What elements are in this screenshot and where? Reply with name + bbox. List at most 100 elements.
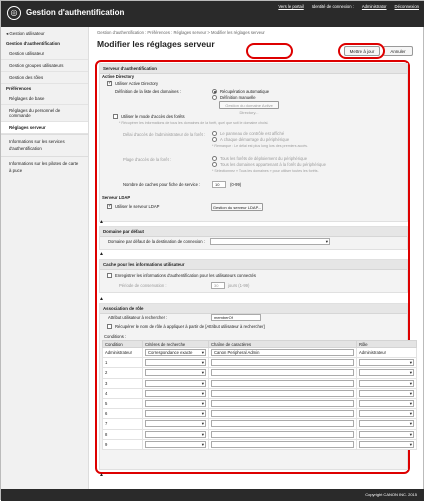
table-row: Administrateur Correspondance exacte Canon… bbox=[102, 346, 417, 359]
col-string: Chaîne de caractères bbox=[208, 340, 357, 348]
use-ldap-checkbox[interactable] bbox=[107, 203, 112, 209]
breadcrumb: Gestion d'authentification : Préférences… bbox=[97, 30, 265, 35]
retrieve-role-checkbox[interactable] bbox=[107, 324, 112, 329]
string-input[interactable] bbox=[211, 400, 354, 408]
string-input[interactable] bbox=[211, 379, 354, 387]
criteria-select[interactable] bbox=[145, 430, 206, 438]
criteria-select[interactable] bbox=[145, 410, 206, 418]
forest-mode-checkbox[interactable] bbox=[113, 114, 118, 119]
criteria-select[interactable] bbox=[145, 369, 206, 377]
row-role-cell bbox=[356, 367, 417, 379]
criteria-select[interactable] bbox=[145, 440, 206, 448]
row-condition: 2 bbox=[102, 367, 143, 379]
period-radio-1[interactable] bbox=[212, 131, 217, 136]
sidebar-item-group-management[interactable]: Gestion groupes utilisateurs bbox=[1, 60, 88, 72]
collapse-icon[interactable]: ▲ bbox=[99, 296, 104, 302]
criteria-select[interactable] bbox=[145, 389, 206, 397]
range-option-1: Tous les forêts de déploiement du périph… bbox=[220, 156, 308, 161]
row-criteria-cell: Correspondance exacte bbox=[142, 346, 209, 359]
table-row: 3 bbox=[102, 377, 417, 389]
string-input[interactable] bbox=[211, 389, 354, 397]
role-select[interactable] bbox=[359, 359, 414, 367]
string-input[interactable] bbox=[211, 440, 354, 448]
collapse-icon[interactable]: ▲ bbox=[99, 219, 104, 225]
manual-label: Définition manuelle bbox=[220, 95, 256, 100]
row-role-cell bbox=[356, 408, 417, 420]
back-link[interactable]: ◂ Gestion utilisateur bbox=[1, 27, 88, 39]
string-input[interactable] bbox=[211, 420, 354, 428]
period-option-2: A chaque démarrage du périphérique bbox=[220, 137, 290, 142]
sidebar-item-smartcard-drivers[interactable]: Informations sur les pilotes de carte à … bbox=[1, 156, 88, 178]
string-input[interactable] bbox=[211, 369, 354, 377]
row-condition: 3 bbox=[102, 377, 143, 389]
apply-button-highlight bbox=[246, 43, 293, 59]
use-ldap-label: Utiliser le serveur LDAP bbox=[115, 204, 160, 209]
ad-title: Active Directory bbox=[102, 74, 135, 79]
cache-count-input[interactable]: 10 bbox=[212, 181, 226, 188]
row-condition: 1 bbox=[102, 357, 143, 369]
use-ad-label: Utiliser Active Directory bbox=[115, 81, 159, 86]
period-radio-2[interactable] bbox=[212, 137, 217, 142]
table-row: 2 bbox=[102, 367, 417, 379]
row-role-cell bbox=[356, 397, 417, 410]
role-select[interactable] bbox=[359, 389, 414, 397]
sidebar-item-staff-settings[interactable]: Réglages du personnel de commande bbox=[1, 105, 88, 122]
manage-ad-domain-button[interactable]: Gestion du domaine Active Directory... bbox=[219, 101, 279, 115]
use-ad-checkbox[interactable] bbox=[107, 80, 112, 86]
criteria-select[interactable] bbox=[145, 379, 206, 387]
retrieve-role-label: Récupérer le nom de rôle à appliquer à p… bbox=[115, 324, 265, 329]
table-row: 8 bbox=[102, 428, 417, 440]
manage-ldap-button[interactable]: Gestion du serveur LDAP... bbox=[211, 203, 263, 211]
range-radio-1[interactable] bbox=[212, 156, 217, 161]
table-row: 5 bbox=[102, 397, 417, 410]
role-select[interactable] bbox=[359, 369, 414, 377]
role-select[interactable] bbox=[359, 420, 414, 428]
sidebar-item-role-management[interactable]: Gestion des rôles bbox=[1, 72, 88, 84]
auth-server-header: Serveur d'authentification bbox=[100, 64, 407, 74]
period-option-1: Le panneau de contrôle est affiché bbox=[220, 131, 285, 136]
domain-def-label: Définition de la liste des domaines : bbox=[115, 89, 181, 94]
auto-radio[interactable] bbox=[212, 89, 217, 94]
criteria-select[interactable] bbox=[145, 359, 206, 367]
role-attr-input[interactable]: memberOf bbox=[211, 314, 261, 321]
collapse-icon[interactable]: ▲ bbox=[99, 251, 104, 257]
sidebar-item-auth-services[interactable]: Informations sur les services d'authenti… bbox=[1, 134, 88, 156]
string-input[interactable] bbox=[211, 430, 354, 438]
conditions-table: Condition Critères de recherche Chaîne d… bbox=[102, 340, 417, 450]
range-radio-2[interactable] bbox=[212, 162, 217, 167]
row-role-cell bbox=[356, 377, 417, 389]
criteria-select[interactable] bbox=[145, 420, 206, 428]
table-row: 4 bbox=[102, 387, 417, 399]
table-row: 7 bbox=[102, 418, 417, 430]
role-value: Administrateur bbox=[359, 350, 386, 356]
role-select[interactable] bbox=[359, 440, 414, 448]
period-input[interactable]: 30 bbox=[211, 282, 225, 289]
row-condition: 9 bbox=[102, 438, 143, 450]
role-select[interactable] bbox=[359, 430, 414, 438]
string-input[interactable] bbox=[211, 359, 354, 367]
sidebar-item-server-settings[interactable]: Réglages serveur bbox=[1, 122, 88, 134]
string-input[interactable]: Canon Peripheral Admin bbox=[211, 349, 354, 357]
manual-radio[interactable] bbox=[212, 95, 217, 100]
role-select[interactable] bbox=[359, 400, 414, 408]
default-domain-header: Domaine par défaut bbox=[100, 227, 407, 237]
footer: Copyright CANON INC. 2015 bbox=[1, 489, 424, 501]
criteria-select[interactable]: Correspondance exacte bbox=[145, 349, 206, 357]
collapse-icon[interactable]: ▲ bbox=[99, 472, 104, 478]
cancel-button[interactable]: Annuler bbox=[383, 46, 413, 56]
logout-link[interactable]: Déconnexion bbox=[395, 4, 419, 9]
string-input[interactable] bbox=[211, 410, 354, 418]
portal-link[interactable]: Vers le portail bbox=[278, 4, 303, 9]
row-string-cell bbox=[208, 408, 357, 420]
window: ◎ Gestion d'authentification Vers le por… bbox=[0, 0, 424, 501]
auth-server-section: Serveur d'authentification bbox=[99, 63, 408, 222]
save-cache-checkbox[interactable] bbox=[107, 273, 112, 278]
role-select[interactable] bbox=[359, 379, 414, 387]
role-select[interactable] bbox=[359, 410, 414, 418]
sidebar-item-user-management[interactable]: Gestion utilisateur bbox=[1, 48, 88, 60]
criteria-select[interactable] bbox=[145, 400, 206, 408]
default-domain-select[interactable] bbox=[210, 238, 330, 245]
sidebar-section-preferences: Préférences bbox=[6, 86, 32, 91]
sidebar-item-basic-settings[interactable]: Réglages de base bbox=[1, 93, 88, 105]
row-criteria-cell bbox=[142, 387, 209, 399]
